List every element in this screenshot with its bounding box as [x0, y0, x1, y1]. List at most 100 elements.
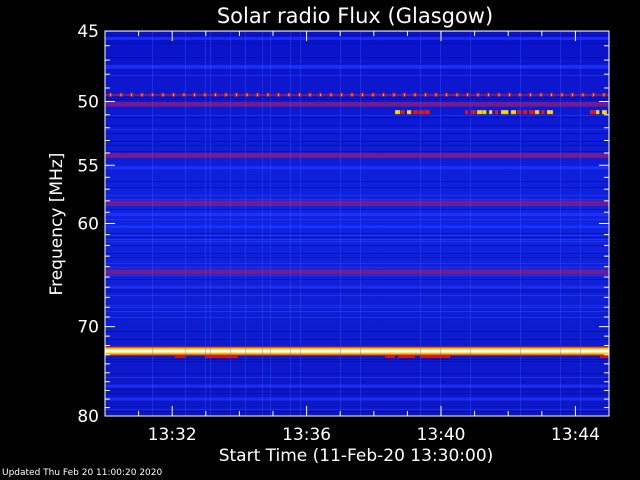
x-tick-label: 13:36	[282, 425, 331, 445]
x-tick-label: 13:44	[551, 425, 600, 445]
texture-line	[105, 317, 609, 318]
texture-line	[105, 117, 609, 118]
vertical-striation	[290, 31, 291, 416]
texture-line	[105, 209, 609, 210]
texture-line	[105, 75, 609, 76]
emission-band	[105, 285, 609, 289]
y-axis-label: Frequency [MHz]	[47, 153, 67, 296]
texture-line	[105, 151, 609, 152]
emission-pulse-core	[225, 93, 227, 96]
burst-segment	[419, 110, 425, 115]
vertical-striation	[360, 31, 361, 416]
texture-line	[105, 125, 609, 126]
texture-line	[105, 187, 609, 188]
texture-line	[105, 129, 609, 130]
texture-line	[105, 241, 609, 242]
texture-line	[105, 295, 609, 296]
y-tick-label: 80	[77, 407, 99, 427]
emission-pulse-core	[215, 93, 216, 96]
emission-pulse-core	[267, 93, 269, 96]
emission-pulse-core	[467, 93, 468, 96]
emission-pulse-core	[488, 93, 489, 96]
burst-segment	[511, 110, 517, 115]
burst-segment	[420, 355, 450, 359]
burst-segment	[596, 110, 600, 115]
emission-band	[105, 36, 609, 40]
y-tick-label: 60	[77, 215, 99, 235]
texture-line	[105, 233, 609, 234]
emission-band	[105, 101, 609, 107]
texture-line	[105, 339, 609, 340]
texture-line	[105, 291, 609, 292]
vertical-striation	[300, 31, 301, 416]
texture-line	[105, 305, 609, 306]
vertical-striation	[262, 31, 263, 416]
vertical-striation	[580, 31, 581, 416]
texture-line	[105, 141, 609, 142]
emission-band	[105, 269, 609, 275]
emission-pulse-core	[383, 93, 384, 96]
texture-line	[105, 133, 609, 134]
emission-pulse-core	[561, 93, 563, 96]
emission-pulse-core	[456, 93, 458, 96]
texture-line	[105, 359, 609, 360]
emission-pulse-core	[288, 93, 290, 96]
x-axis-label: Start Time (11-Feb-20 13:30:00)	[219, 446, 494, 466]
texture-line	[105, 239, 609, 240]
texture-line	[105, 411, 609, 412]
texture-line	[105, 219, 609, 220]
vertical-striation	[440, 31, 441, 416]
texture-line	[105, 245, 609, 246]
vertical-striation	[230, 31, 231, 416]
burst-segment	[495, 110, 499, 115]
emission-pulse-core	[236, 93, 237, 96]
y-tick-label: 50	[77, 93, 99, 113]
burst-segment	[489, 110, 493, 115]
vertical-striation	[205, 31, 206, 416]
burst-segment	[602, 110, 607, 115]
burst-segment	[465, 110, 469, 115]
texture-line	[105, 99, 609, 100]
burst-segment	[385, 355, 395, 359]
vertical-striation	[245, 31, 246, 416]
emission-pulse-core	[498, 93, 500, 96]
texture-line	[105, 331, 609, 332]
emission-pulse-core	[309, 93, 311, 96]
texture-line	[105, 377, 609, 378]
texture-line	[105, 279, 609, 280]
emission-pulse-core	[414, 93, 416, 96]
emission-pulse-core	[435, 93, 437, 96]
burst-segment	[600, 355, 609, 359]
texture-line	[105, 289, 609, 290]
burst-segment	[535, 110, 540, 115]
texture-line	[105, 275, 609, 276]
emission-pulse-core	[183, 93, 185, 96]
emission-pulse-core	[593, 93, 594, 96]
vertical-striation	[560, 31, 561, 416]
burst-segment	[590, 110, 596, 115]
burst-segment	[407, 110, 412, 115]
x-tick-label: 13:32	[148, 425, 197, 445]
emission-pulse-core	[131, 93, 132, 96]
texture-line	[105, 199, 609, 200]
vertical-striation	[152, 31, 153, 416]
emission-band	[105, 384, 609, 388]
burst-segment	[401, 110, 405, 115]
texture-line	[105, 393, 609, 394]
texture-line	[105, 115, 609, 116]
emission-pulse-core	[582, 93, 584, 96]
updated-timestamp: Updated Thu Feb 20 11:00:20 2020	[2, 468, 163, 478]
vertical-striation	[470, 31, 471, 416]
saturated-band-core	[105, 349, 609, 353]
texture-line	[105, 263, 609, 264]
emission-pulse-core	[120, 93, 122, 96]
texture-line	[105, 409, 609, 410]
texture-line	[105, 267, 609, 268]
burst-segment	[529, 110, 535, 115]
burst-segment	[425, 110, 431, 115]
texture-line	[105, 195, 609, 196]
texture-line	[105, 35, 609, 36]
burst-segment	[413, 110, 419, 115]
vertical-striation	[210, 31, 211, 416]
texture-line	[105, 389, 609, 390]
